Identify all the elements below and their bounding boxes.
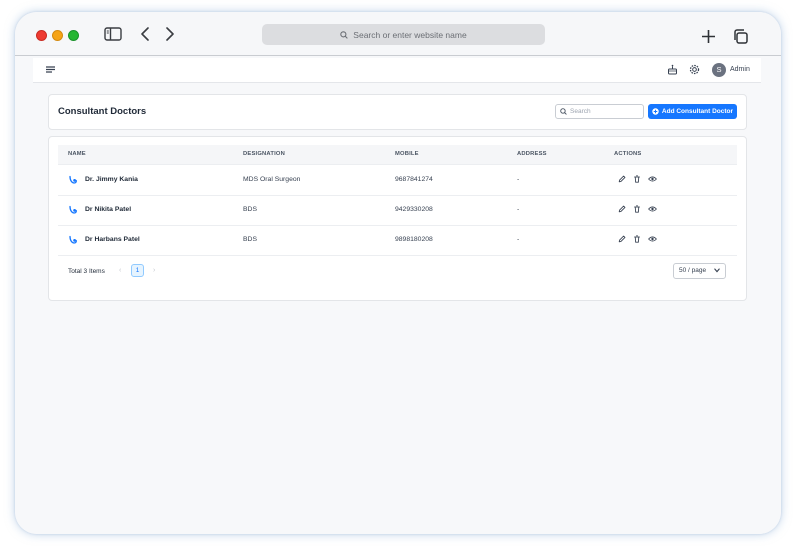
column-header-designation: DESIGNATION bbox=[243, 151, 286, 157]
doctors-table-card: NAME DESIGNATION MOBILE ADDRESS ACTIONS … bbox=[48, 136, 747, 301]
browser-toolbar: Search or enter website name bbox=[15, 12, 781, 56]
forward-arrow-icon[interactable] bbox=[165, 27, 175, 41]
doctor-name[interactable]: Dr. Jimmy Kania bbox=[85, 176, 138, 183]
back-arrow-icon[interactable] bbox=[140, 27, 150, 41]
avatar[interactable]: S bbox=[712, 63, 726, 77]
delete-icon[interactable] bbox=[633, 205, 641, 213]
page-title: Consultant Doctors bbox=[58, 106, 147, 117]
doctor-mobile: 9687841274 bbox=[395, 176, 433, 183]
doctor-designation: BDS bbox=[243, 236, 257, 243]
edit-icon[interactable] bbox=[618, 175, 626, 183]
delete-icon[interactable] bbox=[633, 175, 641, 183]
page-content: S Admin Consultant Doctors Add Consultan… bbox=[15, 56, 781, 534]
menu-icon[interactable] bbox=[46, 66, 55, 73]
doctor-mobile: 9898180208 bbox=[395, 236, 433, 243]
maximize-window-button[interactable] bbox=[68, 30, 79, 41]
table-row: Dr Harbans Patel BDS 9898180208 - bbox=[58, 225, 737, 256]
app-header: S Admin bbox=[33, 58, 761, 83]
browser-window: Search or enter website name S Admin Con… bbox=[15, 12, 781, 534]
search-icon bbox=[560, 108, 567, 115]
column-header-name: NAME bbox=[68, 151, 86, 157]
doctor-name[interactable]: Dr Harbans Patel bbox=[85, 236, 140, 243]
doctor-icon bbox=[69, 205, 77, 214]
tabs-overview-icon[interactable] bbox=[733, 29, 748, 44]
pagination-next[interactable]: › bbox=[153, 267, 155, 274]
search-icon bbox=[340, 30, 349, 39]
user-name[interactable]: Admin bbox=[730, 66, 750, 73]
pagination-prev[interactable]: ‹ bbox=[119, 267, 121, 274]
add-button-label: Add Consultant Doctor bbox=[661, 108, 734, 115]
column-header-address: ADDRESS bbox=[517, 151, 547, 157]
page-size-select[interactable]: 50 / page bbox=[673, 263, 726, 279]
page-size-value: 50 / page bbox=[679, 267, 707, 274]
add-consultant-doctor-button[interactable]: Add Consultant Doctor bbox=[648, 104, 737, 119]
table-row: Dr. Jimmy Kania MDS Oral Surgeon 9687841… bbox=[58, 165, 737, 196]
doctor-icon bbox=[69, 235, 77, 244]
column-header-actions: ACTIONS bbox=[614, 151, 642, 157]
doctor-designation: BDS bbox=[243, 206, 257, 213]
delete-icon[interactable] bbox=[633, 235, 641, 243]
doctor-designation: MDS Oral Surgeon bbox=[243, 176, 301, 183]
minimize-window-button[interactable] bbox=[52, 30, 63, 41]
plus-circle-icon bbox=[652, 108, 659, 115]
sidebar-toggle-icon[interactable] bbox=[104, 27, 122, 41]
pagination-current-page[interactable]: 1 bbox=[131, 264, 144, 277]
doctor-name[interactable]: Dr Nikita Patel bbox=[85, 206, 131, 213]
address-bar[interactable]: Search or enter website name bbox=[262, 24, 545, 45]
edit-icon[interactable] bbox=[618, 205, 626, 213]
total-items: Total 3 Items bbox=[68, 268, 105, 275]
new-tab-icon[interactable] bbox=[701, 29, 716, 44]
chevron-down-icon bbox=[714, 268, 720, 273]
gear-icon[interactable] bbox=[689, 64, 700, 75]
view-icon[interactable] bbox=[648, 175, 657, 183]
search-input[interactable] bbox=[567, 108, 640, 115]
doctor-address: - bbox=[517, 176, 520, 183]
page-header-card: Consultant Doctors Add Consultant Doctor bbox=[48, 94, 747, 130]
view-icon[interactable] bbox=[648, 205, 657, 213]
view-icon[interactable] bbox=[648, 235, 657, 243]
table-header: NAME DESIGNATION MOBILE ADDRESS ACTIONS bbox=[58, 145, 737, 165]
doctor-address: - bbox=[517, 236, 520, 243]
column-header-mobile: MOBILE bbox=[395, 151, 419, 157]
edit-icon[interactable] bbox=[618, 235, 626, 243]
close-window-button[interactable] bbox=[36, 30, 47, 41]
search-field[interactable] bbox=[555, 104, 644, 119]
doctor-icon bbox=[69, 175, 77, 184]
doctor-mobile: 9429330208 bbox=[395, 206, 433, 213]
doctor-address: - bbox=[517, 206, 520, 213]
cake-icon[interactable] bbox=[667, 64, 678, 75]
table-row: Dr Nikita Patel BDS 9429330208 - bbox=[58, 195, 737, 226]
address-bar-placeholder: Search or enter website name bbox=[353, 29, 467, 40]
